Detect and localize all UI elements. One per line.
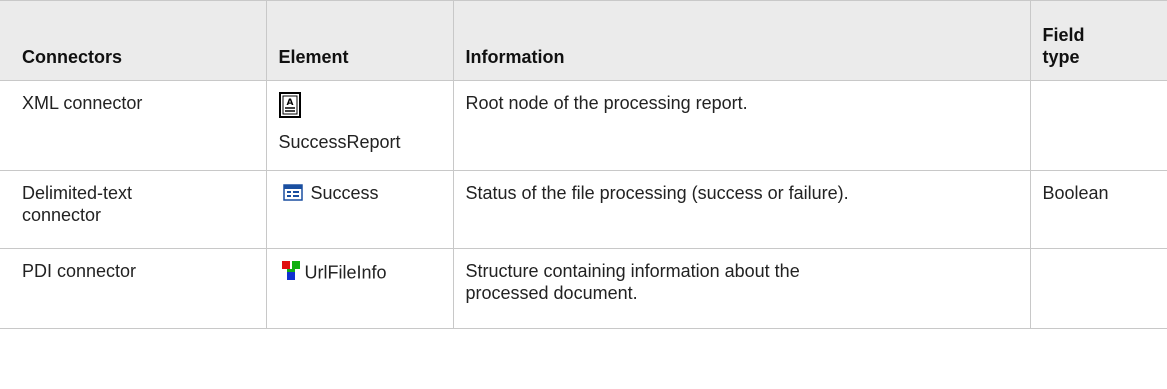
cell-field-type [1029,80,1167,171]
svg-text:A: A [286,98,293,108]
header-field-type: Field type [1029,0,1167,81]
element-name: SuccessReport [278,132,401,152]
cell-element: Success [265,170,454,249]
document-node-icon: A [278,92,441,123]
cell-connector: XML connector [0,80,267,171]
element-name: Success [310,183,379,203]
table-row: PDI connector UrlFileInfo Structure cont… [0,248,1167,329]
field-icon [282,183,303,206]
structure-icon [281,260,301,287]
header-connectors: Connectors [0,0,267,81]
cell-connector: Delimited-text connector [0,170,267,249]
header-information: Information [452,0,1031,81]
cell-field-type: Boolean [1029,170,1167,249]
table-row: Delimited-text connector Success Status … [0,170,1167,249]
cell-information: Root node of the processing report. [452,80,1031,171]
header-element: Element [265,0,454,81]
cell-element: A SuccessReport [265,80,454,171]
connector-elements-table: Connectors Element Information Field typ… [0,0,1167,329]
table-header-row: Connectors Element Information Field typ… [0,0,1167,81]
cell-information: Structure containing information about t… [452,248,1031,329]
header-field-type-line2: type [1042,47,1080,67]
header-field-type-line1: Field [1042,25,1085,45]
cell-connector: PDI connector [0,248,267,329]
element-name: UrlFileInfo [304,262,387,283]
cell-element: UrlFileInfo [265,248,454,329]
table-row: XML connector A SuccessReport Root node … [0,80,1167,171]
cell-information: Status of the file processing (success o… [452,170,1031,249]
cell-field-type [1029,248,1167,329]
